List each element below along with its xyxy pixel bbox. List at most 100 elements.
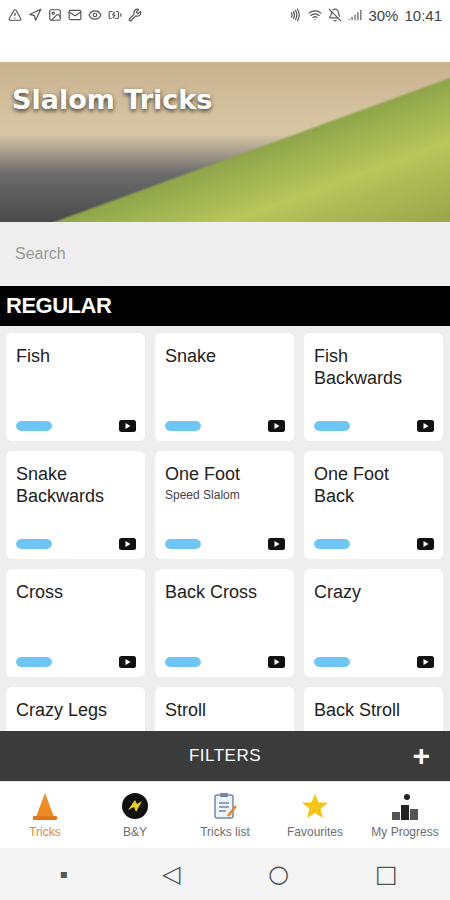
nav-label: My Progress (371, 825, 438, 839)
nav-label: Tricks (29, 825, 61, 839)
system-nav-button[interactable]: ◁ (141, 860, 201, 888)
card-footer (165, 412, 285, 432)
progress-pill (165, 421, 201, 431)
top-spacer (0, 30, 450, 62)
trick-card[interactable]: One Foot Back (304, 451, 443, 559)
card-footer (165, 530, 285, 550)
nav-label: Tricks list (200, 825, 250, 839)
filters-bar[interactable]: FILTERS + (0, 731, 450, 781)
video-icon[interactable] (417, 538, 434, 550)
video-icon[interactable] (119, 656, 136, 668)
trick-name: Fish Backwards (314, 345, 434, 389)
checklist-icon (212, 792, 238, 820)
card-footer (314, 530, 434, 550)
card-footer (165, 648, 285, 668)
trick-card[interactable]: Crazy (304, 569, 443, 677)
video-icon[interactable] (119, 538, 136, 550)
system-nav-button[interactable]: ○ (249, 860, 309, 888)
nav-label: Favourites (287, 825, 343, 839)
add-filter-button[interactable]: + (412, 741, 430, 771)
mail-icon (68, 8, 82, 22)
video-icon[interactable] (119, 420, 136, 432)
battery-level: 30% (368, 7, 398, 24)
trick-card[interactable]: Stroll (155, 687, 294, 731)
section-title: REGULAR (6, 293, 111, 319)
progress-pill (165, 539, 201, 549)
mute-icon (328, 8, 342, 22)
video-icon[interactable] (268, 538, 285, 550)
cone-icon (32, 792, 58, 820)
trick-card[interactable]: Cross (6, 569, 145, 677)
tricks-list: Fish Snake Fish Backwards Snake Backwards On… (0, 326, 450, 731)
progress-fill (165, 657, 201, 667)
trick-card[interactable]: Snake (155, 333, 294, 441)
system-nav-button[interactable]: ▪ (34, 867, 94, 881)
progress-fill (165, 421, 201, 431)
video-icon[interactable] (268, 420, 285, 432)
trick-card[interactable]: Fish Backwards (304, 333, 443, 441)
header-banner: Slalom Tricks (0, 62, 450, 222)
app-screen: 30%10:41Slalom TricksREGULARFishSnakeFis… (0, 0, 450, 900)
battery-charging-icon (108, 8, 122, 22)
progress-fill (165, 539, 201, 549)
search-input[interactable] (13, 244, 437, 264)
video-icon[interactable] (268, 656, 285, 668)
trick-name: Stroll (165, 699, 285, 721)
nav-item[interactable]: Favourites (270, 782, 360, 848)
trick-name: Fish (16, 345, 136, 367)
progress-pill (314, 539, 350, 549)
progress-pill (16, 657, 52, 667)
progress-fill (16, 421, 52, 431)
nav-item[interactable]: B&Y (90, 782, 180, 848)
trick-card[interactable]: Back Stroll (304, 687, 443, 731)
trick-name: One Foot (165, 463, 285, 485)
trick-card[interactable]: One Foot Speed Slalom (155, 451, 294, 559)
progress-fill (314, 539, 350, 549)
progress-pill (314, 421, 350, 431)
nav-item[interactable]: My Progress (360, 782, 450, 848)
card-footer (314, 412, 434, 432)
trick-name: Cross (16, 581, 136, 603)
eye-icon (88, 8, 102, 22)
progress-fill (314, 657, 350, 667)
progress-pill (165, 657, 201, 667)
progress-fill (314, 421, 350, 431)
system-status: 30% 10:41 (288, 7, 442, 24)
progress-fill (16, 657, 52, 667)
progress-fill (16, 539, 52, 549)
podium-icon (390, 792, 420, 820)
trick-card[interactable]: Fish (6, 333, 145, 441)
nfc-icon (288, 8, 302, 22)
nav-item[interactable]: Tricks list (180, 782, 270, 848)
card-footer (16, 412, 136, 432)
trick-subtitle: Speed Slalom (165, 488, 285, 502)
nav-label: B&Y (123, 825, 147, 839)
trick-name: Snake (165, 345, 285, 367)
image-icon (48, 8, 62, 22)
section-header: REGULAR (0, 286, 450, 326)
trick-name: Back Stroll (314, 699, 434, 721)
trick-name: Snake Backwards (16, 463, 136, 507)
filters-label: FILTERS (189, 746, 261, 766)
card-footer (16, 530, 136, 550)
progress-pill (16, 539, 52, 549)
trick-card[interactable]: Snake Backwards (6, 451, 145, 559)
progress-pill (16, 421, 52, 431)
star-icon (301, 792, 329, 820)
wrench-icon (128, 8, 142, 22)
trick-card[interactable]: Crazy Legs (6, 687, 145, 731)
nav-item[interactable]: Tricks (0, 782, 90, 848)
trick-name: Crazy Legs (16, 699, 136, 721)
card-footer (314, 648, 434, 668)
video-icon[interactable] (417, 656, 434, 668)
trick-name: Back Cross (165, 581, 285, 603)
tricks-grid: Fish Snake Fish Backwards Snake Backwards On… (6, 333, 443, 731)
status-bar: 30% 10:41 (0, 0, 450, 30)
video-icon[interactable] (417, 420, 434, 432)
wifi-icon (308, 8, 322, 22)
system-nav-button[interactable]: □ (356, 860, 416, 888)
trick-name: Crazy (314, 581, 434, 603)
warning-icon (8, 8, 22, 22)
clock: 10:41 (404, 7, 442, 24)
trick-card[interactable]: Back Cross (155, 569, 294, 677)
